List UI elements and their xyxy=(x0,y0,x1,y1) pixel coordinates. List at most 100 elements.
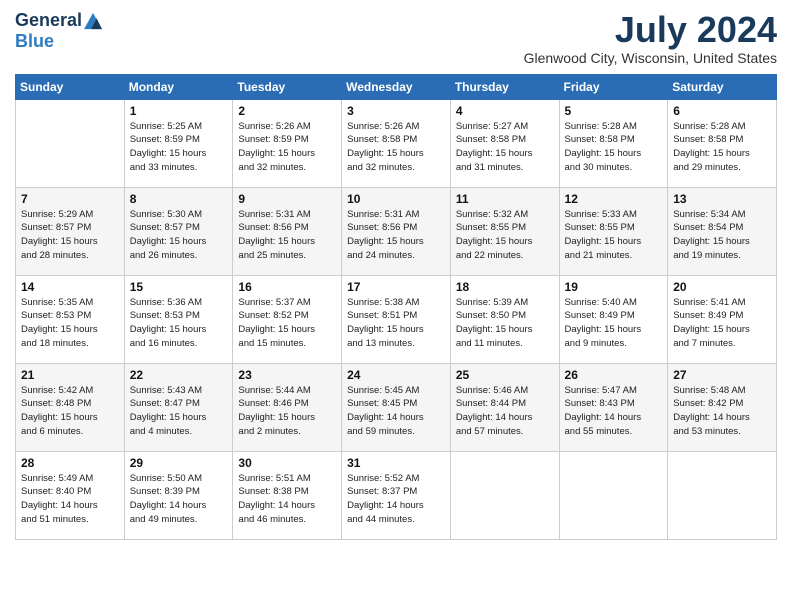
calendar-cell: 9 Sunrise: 5:31 AM Sunset: 8:56 PM Daylig… xyxy=(233,187,342,275)
day-info: Sunrise: 5:29 AM Sunset: 8:57 PM Dayligh… xyxy=(21,208,119,263)
calendar-header-sunday: Sunday xyxy=(16,74,125,99)
day-number: 25 xyxy=(456,368,554,382)
day-number: 23 xyxy=(238,368,336,382)
day-info: Sunrise: 5:44 AM Sunset: 8:46 PM Dayligh… xyxy=(238,384,336,439)
calendar-cell: 12 Sunrise: 5:33 AM Sunset: 8:55 PM Dayli… xyxy=(559,187,668,275)
day-info: Sunrise: 5:47 AM Sunset: 8:43 PM Dayligh… xyxy=(565,384,663,439)
day-number: 9 xyxy=(238,192,336,206)
day-number: 13 xyxy=(673,192,771,206)
calendar-week-row: 14 Sunrise: 5:35 AM Sunset: 8:53 PM Dayli… xyxy=(16,275,777,363)
day-number: 1 xyxy=(130,104,228,118)
calendar-cell: 5Sunrise: 5:28 AM Sunset: 8:58 PM Daylig… xyxy=(559,99,668,187)
calendar-header-saturday: Saturday xyxy=(668,74,777,99)
day-info: Sunrise: 5:26 AM Sunset: 8:58 PM Dayligh… xyxy=(347,120,445,175)
calendar-cell: 28Sunrise: 5:49 AM Sunset: 8:40 PM Dayli… xyxy=(16,451,125,539)
calendar-cell: 7 Sunrise: 5:29 AM Sunset: 8:57 PM Daylig… xyxy=(16,187,125,275)
day-number: 30 xyxy=(238,456,336,470)
calendar-cell: 22 Sunrise: 5:43 AM Sunset: 8:47 PM Dayli… xyxy=(124,363,233,451)
calendar-cell: 2Sunrise: 5:26 AM Sunset: 8:59 PM Daylig… xyxy=(233,99,342,187)
calendar-cell: 31 Sunrise: 5:52 AM Sunset: 8:37 PM Dayli… xyxy=(342,451,451,539)
day-number: 3 xyxy=(347,104,445,118)
calendar-cell: 11Sunrise: 5:32 AM Sunset: 8:55 PM Dayli… xyxy=(450,187,559,275)
day-info: Sunrise: 5:33 AM Sunset: 8:55 PM Dayligh… xyxy=(565,208,663,263)
day-info: Sunrise: 5:38 AM Sunset: 8:51 PM Dayligh… xyxy=(347,296,445,351)
day-info: Sunrise: 5:37 AM Sunset: 8:52 PM Dayligh… xyxy=(238,296,336,351)
day-info: Sunrise: 5:50 AM Sunset: 8:39 PM Dayligh… xyxy=(130,472,228,527)
title-block: July 2024 Glenwood City, Wisconsin, Unit… xyxy=(524,10,777,66)
day-info: Sunrise: 5:39 AM Sunset: 8:50 PM Dayligh… xyxy=(456,296,554,351)
day-number: 29 xyxy=(130,456,228,470)
day-number: 4 xyxy=(456,104,554,118)
calendar-header-row: SundayMondayTuesdayWednesdayThursdayFrid… xyxy=(16,74,777,99)
day-number: 8 xyxy=(130,192,228,206)
page-header: General Blue July 2024 Glenwood City, Wi… xyxy=(15,10,777,66)
day-info: Sunrise: 5:31 AM Sunset: 8:56 PM Dayligh… xyxy=(347,208,445,263)
calendar-cell: 17 Sunrise: 5:38 AM Sunset: 8:51 PM Dayli… xyxy=(342,275,451,363)
day-number: 24 xyxy=(347,368,445,382)
day-info: Sunrise: 5:30 AM Sunset: 8:57 PM Dayligh… xyxy=(130,208,228,263)
calendar-cell: 4 Sunrise: 5:27 AM Sunset: 8:58 PM Daylig… xyxy=(450,99,559,187)
day-info: Sunrise: 5:48 AM Sunset: 8:42 PM Dayligh… xyxy=(673,384,771,439)
calendar-cell: 14 Sunrise: 5:35 AM Sunset: 8:53 PM Dayli… xyxy=(16,275,125,363)
calendar-cell: 13Sunrise: 5:34 AM Sunset: 8:54 PM Dayli… xyxy=(668,187,777,275)
day-info: Sunrise: 5:35 AM Sunset: 8:53 PM Dayligh… xyxy=(21,296,119,351)
day-info: Sunrise: 5:43 AM Sunset: 8:47 PM Dayligh… xyxy=(130,384,228,439)
calendar-cell xyxy=(16,99,125,187)
calendar-cell: 15 Sunrise: 5:36 AM Sunset: 8:53 PM Dayli… xyxy=(124,275,233,363)
day-number: 12 xyxy=(565,192,663,206)
day-info: Sunrise: 5:25 AM Sunset: 8:59 PM Dayligh… xyxy=(130,120,228,175)
calendar-week-row: 28Sunrise: 5:49 AM Sunset: 8:40 PM Dayli… xyxy=(16,451,777,539)
logo: General Blue xyxy=(15,10,102,52)
day-number: 14 xyxy=(21,280,119,294)
day-number: 16 xyxy=(238,280,336,294)
day-number: 15 xyxy=(130,280,228,294)
calendar-cell: 6Sunrise: 5:28 AM Sunset: 8:58 PM Daylig… xyxy=(668,99,777,187)
day-info: Sunrise: 5:40 AM Sunset: 8:49 PM Dayligh… xyxy=(565,296,663,351)
calendar-header-wednesday: Wednesday xyxy=(342,74,451,99)
calendar-cell: 18 Sunrise: 5:39 AM Sunset: 8:50 PM Dayli… xyxy=(450,275,559,363)
month-title: July 2024 xyxy=(524,10,777,50)
day-info: Sunrise: 5:31 AM Sunset: 8:56 PM Dayligh… xyxy=(238,208,336,263)
calendar-week-row: 1 Sunrise: 5:25 AM Sunset: 8:59 PM Daylig… xyxy=(16,99,777,187)
day-info: Sunrise: 5:41 AM Sunset: 8:49 PM Dayligh… xyxy=(673,296,771,351)
calendar-cell: 30Sunrise: 5:51 AM Sunset: 8:38 PM Dayli… xyxy=(233,451,342,539)
day-info: Sunrise: 5:36 AM Sunset: 8:53 PM Dayligh… xyxy=(130,296,228,351)
day-info: Sunrise: 5:26 AM Sunset: 8:59 PM Dayligh… xyxy=(238,120,336,175)
day-info: Sunrise: 5:49 AM Sunset: 8:40 PM Dayligh… xyxy=(21,472,119,527)
calendar-header-tuesday: Tuesday xyxy=(233,74,342,99)
day-number: 6 xyxy=(673,104,771,118)
day-number: 26 xyxy=(565,368,663,382)
calendar-cell: 10Sunrise: 5:31 AM Sunset: 8:56 PM Dayli… xyxy=(342,187,451,275)
day-number: 27 xyxy=(673,368,771,382)
day-number: 21 xyxy=(21,368,119,382)
logo-general: General xyxy=(15,10,82,31)
calendar-cell: 20Sunrise: 5:41 AM Sunset: 8:49 PM Dayli… xyxy=(668,275,777,363)
calendar-week-row: 7 Sunrise: 5:29 AM Sunset: 8:57 PM Daylig… xyxy=(16,187,777,275)
day-number: 11 xyxy=(456,192,554,206)
calendar-cell xyxy=(559,451,668,539)
calendar-cell: 1 Sunrise: 5:25 AM Sunset: 8:59 PM Daylig… xyxy=(124,99,233,187)
calendar-cell xyxy=(450,451,559,539)
calendar-cell: 23 Sunrise: 5:44 AM Sunset: 8:46 PM Dayli… xyxy=(233,363,342,451)
calendar-cell xyxy=(668,451,777,539)
day-info: Sunrise: 5:52 AM Sunset: 8:37 PM Dayligh… xyxy=(347,472,445,527)
calendar-cell: 16 Sunrise: 5:37 AM Sunset: 8:52 PM Dayli… xyxy=(233,275,342,363)
logo-icon xyxy=(84,12,102,30)
day-info: Sunrise: 5:46 AM Sunset: 8:44 PM Dayligh… xyxy=(456,384,554,439)
day-info: Sunrise: 5:27 AM Sunset: 8:58 PM Dayligh… xyxy=(456,120,554,175)
calendar-header-thursday: Thursday xyxy=(450,74,559,99)
day-number: 7 xyxy=(21,192,119,206)
day-number: 17 xyxy=(347,280,445,294)
location: Glenwood City, Wisconsin, United States xyxy=(524,50,777,66)
calendar-cell: 8 Sunrise: 5:30 AM Sunset: 8:57 PM Daylig… xyxy=(124,187,233,275)
day-number: 31 xyxy=(347,456,445,470)
calendar-cell: 21Sunrise: 5:42 AM Sunset: 8:48 PM Dayli… xyxy=(16,363,125,451)
logo-blue: Blue xyxy=(15,31,54,51)
calendar-week-row: 21Sunrise: 5:42 AM Sunset: 8:48 PM Dayli… xyxy=(16,363,777,451)
calendar-cell: 25 Sunrise: 5:46 AM Sunset: 8:44 PM Dayli… xyxy=(450,363,559,451)
calendar-cell: 19Sunrise: 5:40 AM Sunset: 8:49 PM Dayli… xyxy=(559,275,668,363)
calendar-cell: 29 Sunrise: 5:50 AM Sunset: 8:39 PM Dayli… xyxy=(124,451,233,539)
day-number: 18 xyxy=(456,280,554,294)
calendar-cell: 24Sunrise: 5:45 AM Sunset: 8:45 PM Dayli… xyxy=(342,363,451,451)
day-number: 22 xyxy=(130,368,228,382)
